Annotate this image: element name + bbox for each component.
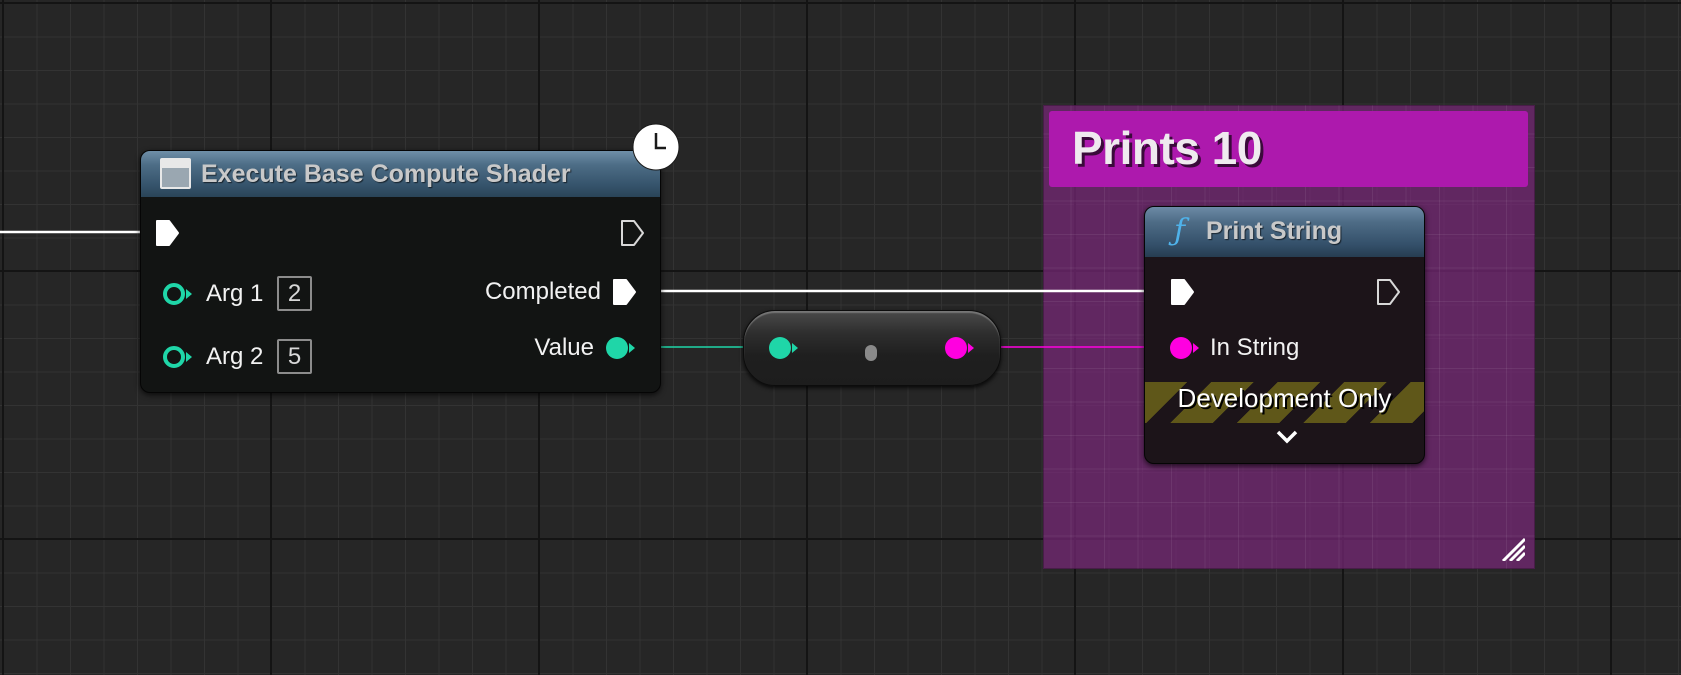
- arg2-label: Arg 2: [206, 343, 264, 370]
- comment-header[interactable]: Prints 10: [1049, 111, 1528, 187]
- exec-out-pin[interactable]: [619, 219, 645, 247]
- in-string-pin[interactable]: [1169, 336, 1201, 360]
- arg2-input-pin[interactable]: [162, 345, 194, 369]
- node-title-bar[interactable]: ƒ Print String: [1145, 207, 1424, 257]
- node-title: Execute Base Compute Shader: [201, 160, 571, 188]
- print-string-node[interactable]: ƒ Print String In String Development Onl…: [1144, 206, 1425, 464]
- arg2-value-input[interactable]: 5: [277, 339, 312, 374]
- arg1-label: Arg 1: [206, 280, 264, 307]
- resize-grip-icon[interactable]: [1499, 535, 1525, 561]
- value-label: Value: [534, 334, 594, 361]
- completed-exec-pin[interactable]: [611, 278, 637, 306]
- development-only-label: Development Only: [1177, 383, 1392, 413]
- arg1-input-pin[interactable]: [162, 282, 194, 306]
- node-title-bar[interactable]: Execute Base Compute Shader: [141, 151, 660, 197]
- arg1-value-input[interactable]: 2: [277, 276, 312, 311]
- execute-base-compute-shader-node[interactable]: Execute Base Compute Shader Arg 1 2 Arg …: [140, 150, 661, 393]
- in-string-label: In String: [1210, 334, 1300, 361]
- clock-icon: [632, 123, 680, 171]
- value-output-pin[interactable]: [605, 336, 637, 360]
- convert-output-pin[interactable]: [944, 336, 976, 360]
- convert-input-pin[interactable]: [768, 336, 800, 360]
- exec-out-pin[interactable]: [1375, 278, 1401, 306]
- function-icon: ƒ: [1174, 213, 1186, 248]
- completed-label: Completed: [484, 278, 601, 305]
- conversion-dot-icon: [865, 345, 877, 361]
- chevron-down-icon[interactable]: [1275, 429, 1299, 445]
- exec-in-pin[interactable]: [154, 219, 180, 247]
- comment-title[interactable]: Prints 10: [1072, 121, 1262, 175]
- window-icon: [160, 158, 191, 189]
- node-title: Print String: [1206, 217, 1343, 245]
- int-to-string-conversion-node[interactable]: [743, 310, 1001, 386]
- exec-in-pin[interactable]: [1169, 278, 1195, 306]
